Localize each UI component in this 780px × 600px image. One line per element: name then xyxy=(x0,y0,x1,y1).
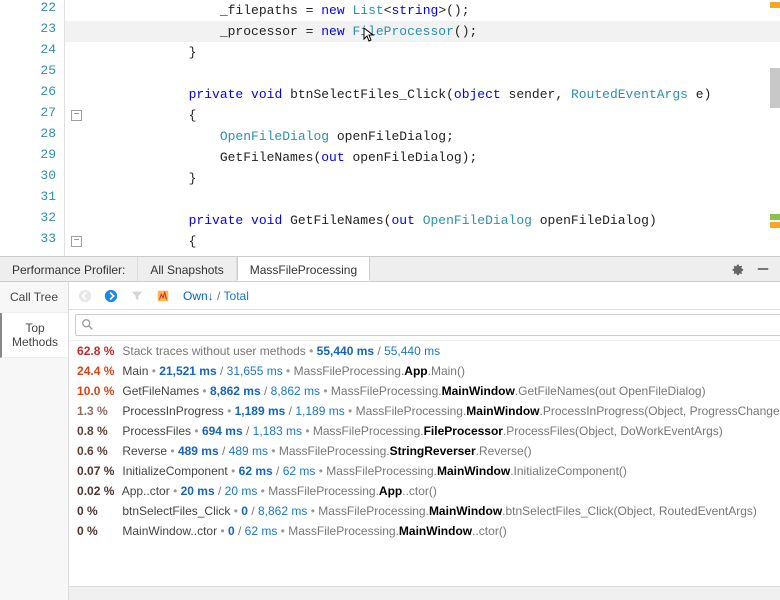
fold-toggle[interactable] xyxy=(71,47,82,58)
horizontal-scrollbar[interactable] xyxy=(69,586,780,600)
line-number: 28 xyxy=(26,126,56,141)
sidebar-item-call-tree[interactable]: Call Tree xyxy=(0,282,68,313)
marker[interactable] xyxy=(770,68,780,108)
profiler-toolbar: Own↓ / Total xyxy=(69,282,780,310)
code-line[interactable]: private void btnSelectFiles_Click(object… xyxy=(95,84,711,105)
method-row[interactable]: 0 % MainWindow..ctor • 0 / 62 ms • MassF… xyxy=(69,521,780,541)
fold-toggle[interactable]: − xyxy=(71,236,82,247)
code-line[interactable]: { xyxy=(95,231,196,252)
tab-massfileprocessing[interactable]: MassFileProcessing xyxy=(237,257,370,281)
search-row xyxy=(69,310,780,341)
method-row[interactable]: 0.02 % App..ctor • 20 ms / 20 ms • MassF… xyxy=(69,481,780,501)
method-row[interactable]: 10.0 % GetFileNames • 8,862 ms / 8,862 m… xyxy=(69,381,780,401)
fold-toggle[interactable]: − xyxy=(71,110,82,121)
line-number: 33 xyxy=(26,231,56,246)
line-number: 25 xyxy=(26,63,56,78)
code-line[interactable]: GetFileNames(out openFileDialog); xyxy=(95,147,477,168)
method-row[interactable]: 0 % btnSelectFiles_Click • 0 / 8,862 ms … xyxy=(69,501,780,521)
line-number: 27 xyxy=(26,105,56,120)
method-row[interactable]: 0.8 % ProcessFiles • 694 ms / 1,183 ms •… xyxy=(69,421,780,441)
marker-bar[interactable] xyxy=(766,0,780,256)
method-row[interactable]: 1.3 % ProcessInProgress • 1,189 ms / 1,1… xyxy=(69,401,780,421)
nav-back-icon xyxy=(75,286,95,306)
method-list[interactable]: 62.8 % Stack traces without user methods… xyxy=(69,341,780,586)
profiler-body: Call TreeTop Methods Own↓ / Total 62.8 %… xyxy=(0,282,780,600)
profiler-tab-bar: Performance Profiler: All SnapshotsMassF… xyxy=(0,256,780,282)
sidebar-item-top-methods[interactable]: Top Methods xyxy=(0,313,68,358)
line-number: 32 xyxy=(26,210,56,225)
method-row[interactable]: 0.6 % Reverse • 489 ms / 489 ms • MassFi… xyxy=(69,441,780,461)
method-row[interactable]: 0.07 % InitializeComponent • 62 ms / 62 … xyxy=(69,461,780,481)
search-input[interactable] xyxy=(75,314,780,336)
code-line[interactable]: OpenFileDialog openFileDialog; xyxy=(95,126,454,147)
line-number: 31 xyxy=(26,189,56,204)
flame-icon[interactable] xyxy=(153,286,173,306)
line-number: 24 xyxy=(26,42,56,57)
profiler-label: Performance Profiler: xyxy=(0,257,138,281)
line-number: 23 xyxy=(26,21,56,36)
code-line[interactable]: } xyxy=(95,42,196,63)
search-icon xyxy=(81,318,95,332)
fold-toggle[interactable] xyxy=(71,173,82,184)
code-editor[interactable]: 222324252627282930313233 −− _filepaths =… xyxy=(0,0,780,256)
line-number: 22 xyxy=(26,0,56,15)
marker[interactable] xyxy=(770,222,780,228)
code-line[interactable]: _processor = new FileProcessor(); xyxy=(95,21,477,42)
fold-column[interactable]: −− xyxy=(65,0,90,256)
filter-icon xyxy=(127,286,147,306)
line-number-gutter: 22 23 24 25 26 27 28 29 30 31 32 33 xyxy=(0,0,65,256)
profiler-sidebar: Call TreeTop Methods xyxy=(0,282,69,600)
profiler-main: Own↓ / Total 62.8 % Stack traces without… xyxy=(69,282,780,600)
marker[interactable] xyxy=(770,214,780,220)
sort-own-label[interactable]: Own↓ / Total xyxy=(183,289,249,303)
nav-forward-icon[interactable] xyxy=(101,286,121,306)
code-line[interactable]: } xyxy=(95,168,196,189)
code-line[interactable]: private void GetFileNames(out OpenFileDi… xyxy=(95,210,657,231)
line-number: 30 xyxy=(26,168,56,183)
gear-icon[interactable] xyxy=(730,262,744,276)
code-line[interactable]: _filepaths = new List<string>(); xyxy=(95,0,470,21)
code-line[interactable]: { xyxy=(95,105,196,126)
method-row[interactable]: 62.8 % Stack traces without user methods… xyxy=(69,341,780,361)
minimize-icon[interactable] xyxy=(756,262,770,276)
line-number: 29 xyxy=(26,147,56,162)
line-number: 26 xyxy=(26,84,56,99)
method-row[interactable]: 24.4 % Main • 21,521 ms / 31,655 ms • Ma… xyxy=(69,361,780,381)
marker[interactable] xyxy=(770,2,780,8)
tab-all-snapshots[interactable]: All Snapshots xyxy=(138,257,236,281)
